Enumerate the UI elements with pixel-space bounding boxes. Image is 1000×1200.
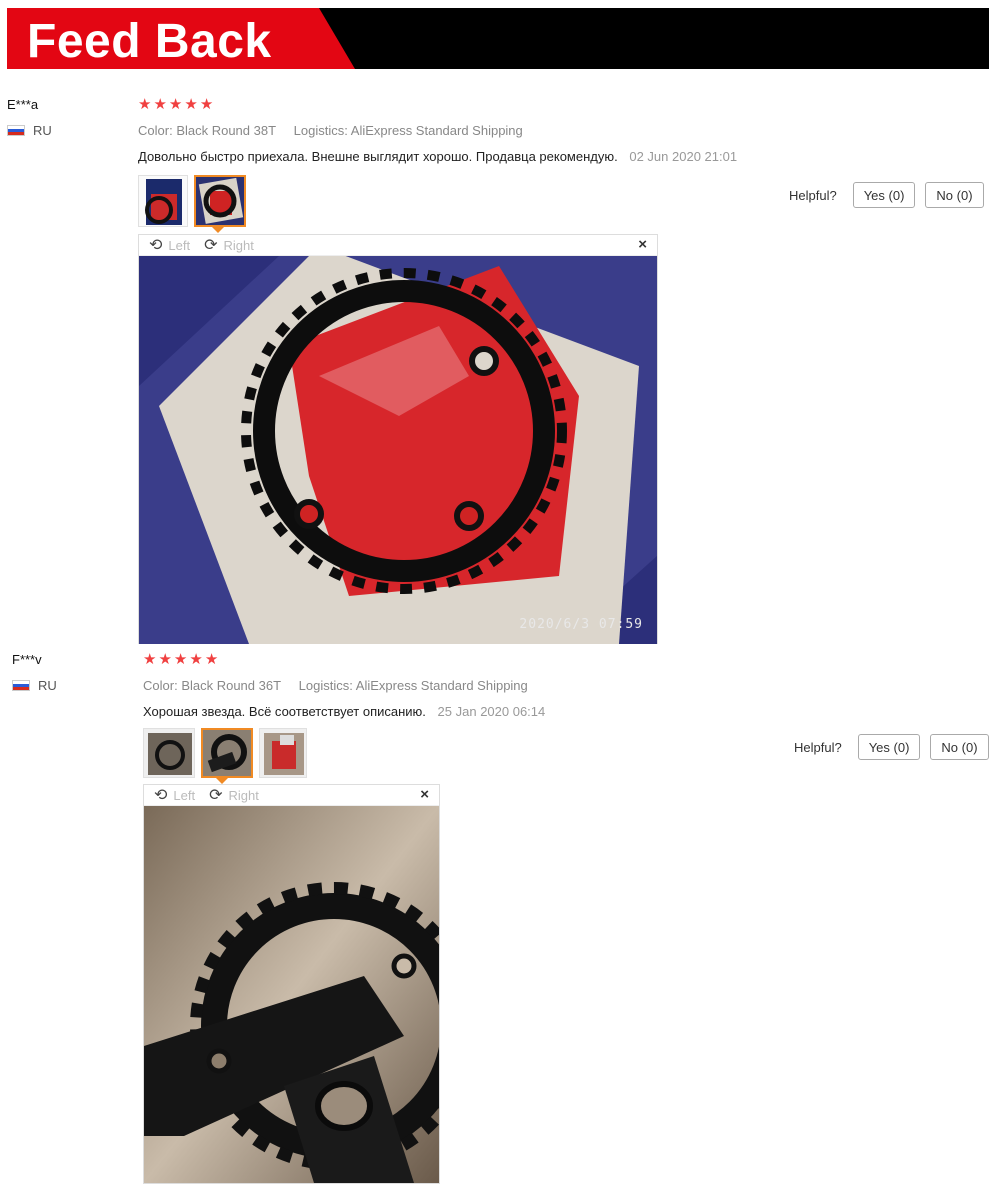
order-info: Color: Black Round 38T Logistics: AliExp… xyxy=(138,123,537,138)
rotate-left-icon[interactable]: ⟲ xyxy=(154,785,167,805)
rotate-right-label[interactable]: Right xyxy=(224,238,254,253)
banner-title: Feed Back xyxy=(27,15,272,68)
review-text: Довольно быстро приехала. Внешне выгляди… xyxy=(138,149,618,164)
star-icon: ★ xyxy=(138,96,152,113)
viewer-toolbar: ⟲ Left ⟳ Right × xyxy=(144,785,439,806)
review-text-row: Довольно быстро приехала. Внешне выгляди… xyxy=(138,149,737,164)
rating-stars: ★ ★ ★ ★ ★ xyxy=(138,97,213,112)
star-icon: ★ xyxy=(168,96,183,113)
country-code: RU xyxy=(33,123,52,138)
star-icon: ★ xyxy=(173,651,188,668)
helpful-yes-button[interactable]: Yes (0) xyxy=(857,734,921,760)
logistics-label: Logistics: xyxy=(298,678,353,693)
rotate-right-label[interactable]: Right xyxy=(229,788,259,803)
chainring-mounted-photo xyxy=(144,806,439,1183)
photo-thumbnail-active[interactable] xyxy=(194,175,246,227)
review-photo-large xyxy=(144,806,439,1183)
star-icon: ★ xyxy=(158,651,172,668)
chainring-photo xyxy=(139,256,657,644)
color-label: Color: xyxy=(138,123,173,138)
rotate-right-icon[interactable]: ⟳ xyxy=(204,235,217,255)
logistics-label: Logistics: xyxy=(293,123,348,138)
color-value: Black Round 38T xyxy=(176,123,277,138)
star-icon: ★ xyxy=(189,651,203,668)
helpful-label: Helpful? xyxy=(794,739,842,755)
photo-thumbnails xyxy=(143,728,307,778)
color-label: Color: xyxy=(143,678,178,693)
logistics-value: AliExpress Standard Shipping xyxy=(355,678,528,693)
review-date: 25 Jan 2020 06:14 xyxy=(437,704,546,719)
reviewer-country: RU xyxy=(12,678,57,693)
thumbnail-image xyxy=(139,176,187,226)
rotate-left-icon[interactable]: ⟲ xyxy=(149,235,162,255)
russia-flag-icon xyxy=(7,125,25,136)
helpful-votes: Helpful? Yes (0) No (0) xyxy=(794,734,989,760)
feedback-banner: Feed Back xyxy=(7,8,989,69)
star-icon: ★ xyxy=(143,651,157,668)
thumbnail-image xyxy=(260,729,306,777)
helpful-yes-button[interactable]: Yes (0) xyxy=(852,182,916,208)
photo-thumbnail[interactable] xyxy=(259,728,307,778)
star-icon: ★ xyxy=(204,651,219,668)
photo-viewer: ⟲ Left ⟳ Right × xyxy=(143,784,440,1184)
country-code: RU xyxy=(38,678,57,693)
rotate-left-label[interactable]: Left xyxy=(168,238,190,253)
color-value: Black Round 36T xyxy=(181,678,282,693)
photo-thumbnail[interactable] xyxy=(143,728,195,778)
photo-thumbnail-active[interactable] xyxy=(201,728,253,778)
rotate-right-icon[interactable]: ⟳ xyxy=(209,785,222,805)
helpful-no-button[interactable]: No (0) xyxy=(925,182,984,208)
photo-viewer: ⟲ Left ⟳ Right × 2020/6/3 07:59 xyxy=(138,234,658,644)
star-icon: ★ xyxy=(184,96,198,113)
helpful-no-button[interactable]: No (0) xyxy=(930,734,989,760)
review-text: Хорошая звезда. Всё соответствует описан… xyxy=(143,704,426,719)
photo-thumbnails xyxy=(138,175,246,227)
photo-thumbnail[interactable] xyxy=(138,175,188,227)
review-text-row: Хорошая звезда. Всё соответствует описан… xyxy=(143,704,545,719)
active-thumbnail-pointer xyxy=(212,227,224,233)
star-icon: ★ xyxy=(153,96,167,113)
reviewer-name: E***a xyxy=(7,97,39,112)
logistics-value: AliExpress Standard Shipping xyxy=(350,123,523,138)
order-info: Color: Black Round 36T Logistics: AliExp… xyxy=(143,678,542,693)
star-icon: ★ xyxy=(199,96,214,113)
review-date: 02 Jun 2020 21:01 xyxy=(629,149,738,164)
photo-timestamp: 2020/6/3 07:59 xyxy=(519,617,643,632)
viewer-toolbar: ⟲ Left ⟳ Right × xyxy=(139,235,657,256)
thumbnail-image xyxy=(203,730,251,776)
rating-stars: ★ ★ ★ ★ ★ xyxy=(143,652,218,667)
reviewer-name: F***v xyxy=(12,652,42,667)
thumbnail-image xyxy=(144,729,194,777)
helpful-label: Helpful? xyxy=(789,187,837,203)
review-photo-large: 2020/6/3 07:59 xyxy=(139,256,657,644)
reviewer-country: RU xyxy=(7,123,52,138)
close-icon[interactable]: × xyxy=(638,236,647,253)
thumbnail-image xyxy=(196,177,244,225)
close-icon[interactable]: × xyxy=(420,786,429,803)
rotate-left-label[interactable]: Left xyxy=(173,788,195,803)
russia-flag-icon xyxy=(12,680,30,691)
helpful-votes: Helpful? Yes (0) No (0) xyxy=(789,182,984,208)
